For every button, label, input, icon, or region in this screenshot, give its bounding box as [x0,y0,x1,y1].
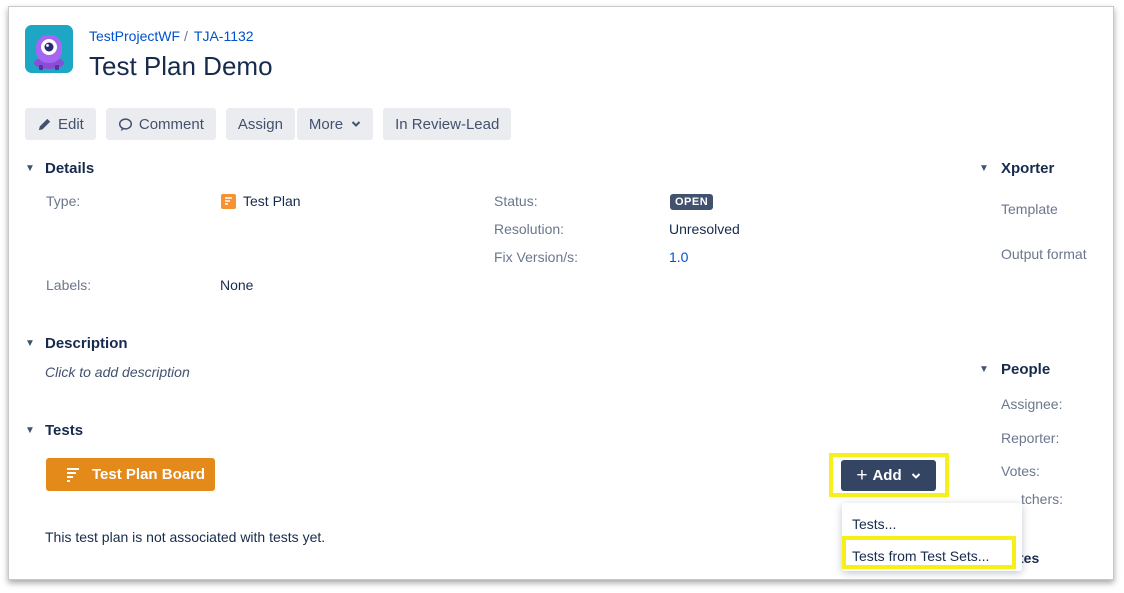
votes-label: Votes: [1001,463,1040,479]
breadcrumb-issue-link[interactable]: TJA-1132 [194,28,254,44]
status-label: Status: [494,193,538,209]
comment-button[interactable]: Comment [105,108,216,140]
resolution-value: Unresolved [669,221,740,237]
breadcrumb: TestProjectWF / TJA-1132 [89,28,254,44]
resolution-label: Resolution: [494,221,565,237]
description-field[interactable]: Click to add description [45,364,190,380]
dates-heading: tes [1019,550,1040,566]
template-label: Template [1001,201,1058,217]
chevron-down-icon [911,472,920,479]
project-avatar[interactable] [25,25,73,73]
edit-button[interactable]: Edit [25,108,96,140]
board-icon [67,468,79,482]
tests-heading[interactable]: ▼ Tests [25,422,83,439]
fix-version-link[interactable]: 1.0 [669,249,688,265]
watchers-label: tchers: [1021,491,1064,507]
add-tests-button[interactable]: + Add [841,460,936,491]
type-value: Test Plan [221,193,301,209]
type-value-text: Test Plan [243,193,301,209]
plus-icon: + [856,464,868,486]
chevron-down-icon: ▼ [979,163,989,174]
more-button[interactable]: More [296,108,374,140]
type-label: Type: [46,193,81,209]
tests-heading-label: Tests [45,422,84,439]
issue-view: TestProjectWF / TJA-1132 Test Plan Demo Ed… [8,6,1114,580]
chevron-down-icon: ▼ [25,425,35,436]
breadcrumb-project-link[interactable]: TestProjectWF [89,28,180,44]
workflow-transition-button[interactable]: In Review-Lead [383,108,512,140]
comment-icon [118,117,132,131]
test-plan-type-icon [221,193,236,209]
pencil-icon [38,118,51,130]
chevron-down-icon [351,121,361,127]
dropdown-item-highlight [842,536,1016,569]
assignee-label: Assignee: [1001,396,1063,412]
test-plan-board-label: Test Plan Board [92,466,206,483]
test-plan-board-button[interactable]: Test Plan Board [46,458,215,491]
issue-title[interactable]: Test Plan Demo [89,51,273,82]
assign-button-label: Assign [237,115,283,133]
people-heading-label: People [1001,361,1051,378]
description-heading-label: Description [45,335,128,352]
people-heading[interactable]: ▼ People [979,361,1050,378]
details-heading-label: Details [45,160,95,177]
empty-tests-message: This test plan is not associated with te… [45,529,326,545]
labels-label: Labels: [46,277,92,293]
breadcrumb-separator: / [184,28,188,44]
labels-value[interactable]: None [220,277,253,293]
status-badge: OPEN [670,194,714,210]
chevron-down-icon: ▼ [25,163,35,174]
xporter-heading-label: Xporter [1001,160,1055,177]
chevron-down-icon: ▼ [979,364,989,375]
edit-button-label: Edit [58,115,84,133]
add-tests-label: Add [872,467,902,484]
xporter-heading[interactable]: ▼ Xporter [979,160,1054,177]
project-avatar-icon [25,25,73,73]
reporter-label: Reporter: [1001,430,1060,446]
issue-toolbar: Edit Comment Assign More In Review-Lead [25,108,521,140]
chevron-down-icon: ▼ [25,338,35,349]
more-button-label: More [308,115,344,133]
details-heading[interactable]: ▼ Details [25,160,94,177]
assign-button[interactable]: Assign [225,108,295,140]
description-heading[interactable]: ▼ Description [25,335,128,352]
workflow-transition-label: In Review-Lead [395,115,500,133]
menu-item-tests[interactable]: Tests... [852,516,896,532]
comment-button-label: Comment [138,115,204,133]
output-format-label: Output format [1001,246,1087,262]
fix-version-label: Fix Version/s: [494,249,579,265]
